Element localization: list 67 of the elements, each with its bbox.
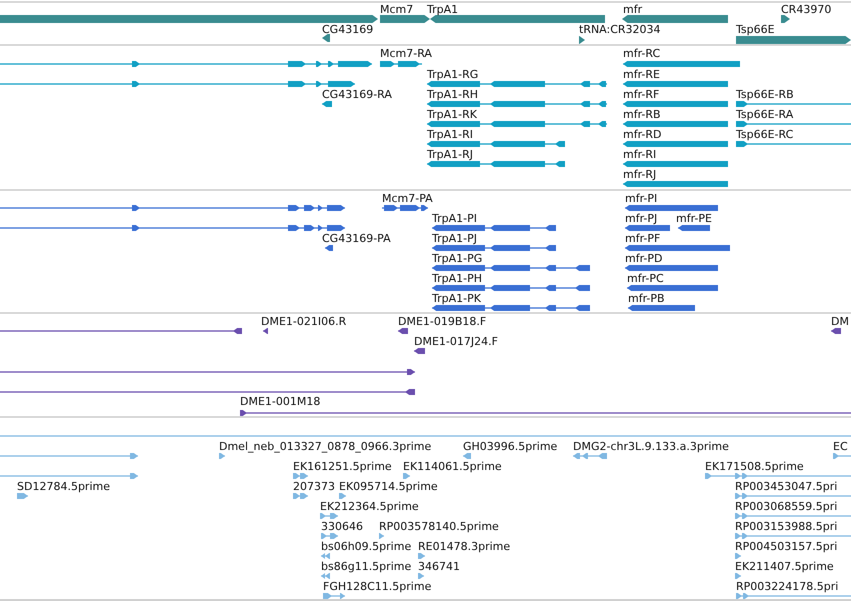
feature-label: TrpA1-PI xyxy=(432,212,477,225)
feature-label: RP003578140.5prime xyxy=(379,520,499,533)
feature-label: mfr-RB xyxy=(623,108,661,121)
feature-label: mfr-PD xyxy=(625,252,662,265)
feature-label: DMG2-chr3L.9.133.a.3prime xyxy=(573,440,729,453)
feature-label: RP003224178.5pri xyxy=(736,580,838,593)
feature-label: TrpA1-PG xyxy=(432,252,482,265)
feature-label: 330646 xyxy=(321,520,363,533)
feature-label: DME1-001M18 xyxy=(240,395,320,408)
feature-label: mfr-PE xyxy=(676,212,712,225)
feature-label: mfr-RF xyxy=(623,88,660,101)
feature-label: Tsp66E xyxy=(736,23,775,36)
feature-label: Tsp66E-RC xyxy=(736,128,794,141)
feature-label: DME1-017J24.F xyxy=(414,335,498,348)
feature-label: EK095714.5prime xyxy=(339,480,438,493)
feature-label: TrpA1-RH xyxy=(427,88,478,101)
feature-label: mfr-RC xyxy=(623,47,660,60)
feature-label: DME1-019B18.F xyxy=(398,315,486,328)
feature-label: EK211407.5prime xyxy=(735,560,834,573)
feature-label: CG43169-RA xyxy=(322,88,392,101)
feature-label: mfr-PF xyxy=(625,232,660,245)
feature-label: bs06h09.5prime xyxy=(321,540,412,553)
feature-label: Mcm7-PA xyxy=(382,192,433,205)
feature-label: 346741 xyxy=(418,560,460,573)
feature-label: RP003068559.5pri xyxy=(735,500,838,513)
feature-label: TrpA1-RG xyxy=(427,68,478,81)
feature-label: Tsp66E-RA xyxy=(736,108,794,121)
feature-label: TrpA1-PJ xyxy=(432,232,477,245)
feature-label: TrpA1-RJ xyxy=(427,148,473,161)
feature-label: RP004503157.5pri xyxy=(735,540,838,553)
feature-label: mfr xyxy=(623,3,642,16)
feature-label: mfr-RD xyxy=(623,128,662,141)
feature-label: GH03996.5prime xyxy=(463,440,558,453)
feature-label: mfr-PB xyxy=(628,292,665,305)
feature-label: SD12784.5prime xyxy=(17,480,110,493)
feature-label: RP003153988.5pri xyxy=(735,520,838,533)
feature-label: Dmel_neb_013327_0878_0966.3prime xyxy=(219,440,432,453)
feature-label: Tsp66E-RB xyxy=(736,88,794,101)
feature-label: TrpA1-PK xyxy=(432,292,481,305)
feature-label: EK212364.5prime xyxy=(320,500,419,513)
feature-label: TrpA1-RI xyxy=(427,128,473,141)
feature-label: mfr-RJ xyxy=(623,168,656,181)
feature-label: mfr-PJ xyxy=(625,212,658,225)
feature-label: mfr-PC xyxy=(627,272,664,285)
feature-label: RP003453047.5pri xyxy=(735,480,838,493)
feature-label: Mcm7 xyxy=(380,3,414,16)
feature-label: CG43169-PA xyxy=(322,232,391,245)
feature-label: mfr-PI xyxy=(625,192,658,205)
feature-label: EK171508.5prime xyxy=(705,460,804,473)
feature-label: EK161251.5prime xyxy=(293,460,392,473)
feature-label: CG43169 xyxy=(322,23,374,36)
feature-label: TrpA1-PH xyxy=(432,272,482,285)
feature-label: EK114061.5prime xyxy=(403,460,502,473)
feature-label: TrpA1-RK xyxy=(427,108,477,121)
feature-label: mfr-RE xyxy=(623,68,660,81)
feature-label: DME1-021I06.R xyxy=(261,315,346,328)
feature-label: TrpA1 xyxy=(427,3,458,16)
feature-label: CR43970 xyxy=(781,3,832,16)
feature-label: 207373 xyxy=(293,480,335,493)
feature-label: EC xyxy=(833,440,848,453)
feature-label: DM xyxy=(831,315,849,328)
feature-label: FGH128C11.5prime xyxy=(323,580,432,593)
feature-label: Mcm7-RA xyxy=(380,47,432,60)
feature-label: tRNA:CR32034 xyxy=(579,23,661,36)
feature-label: mfr-RI xyxy=(623,148,656,161)
feature-label: RE01478.3prime xyxy=(418,540,510,553)
feature-label: bs86g11.5prime xyxy=(321,560,412,573)
